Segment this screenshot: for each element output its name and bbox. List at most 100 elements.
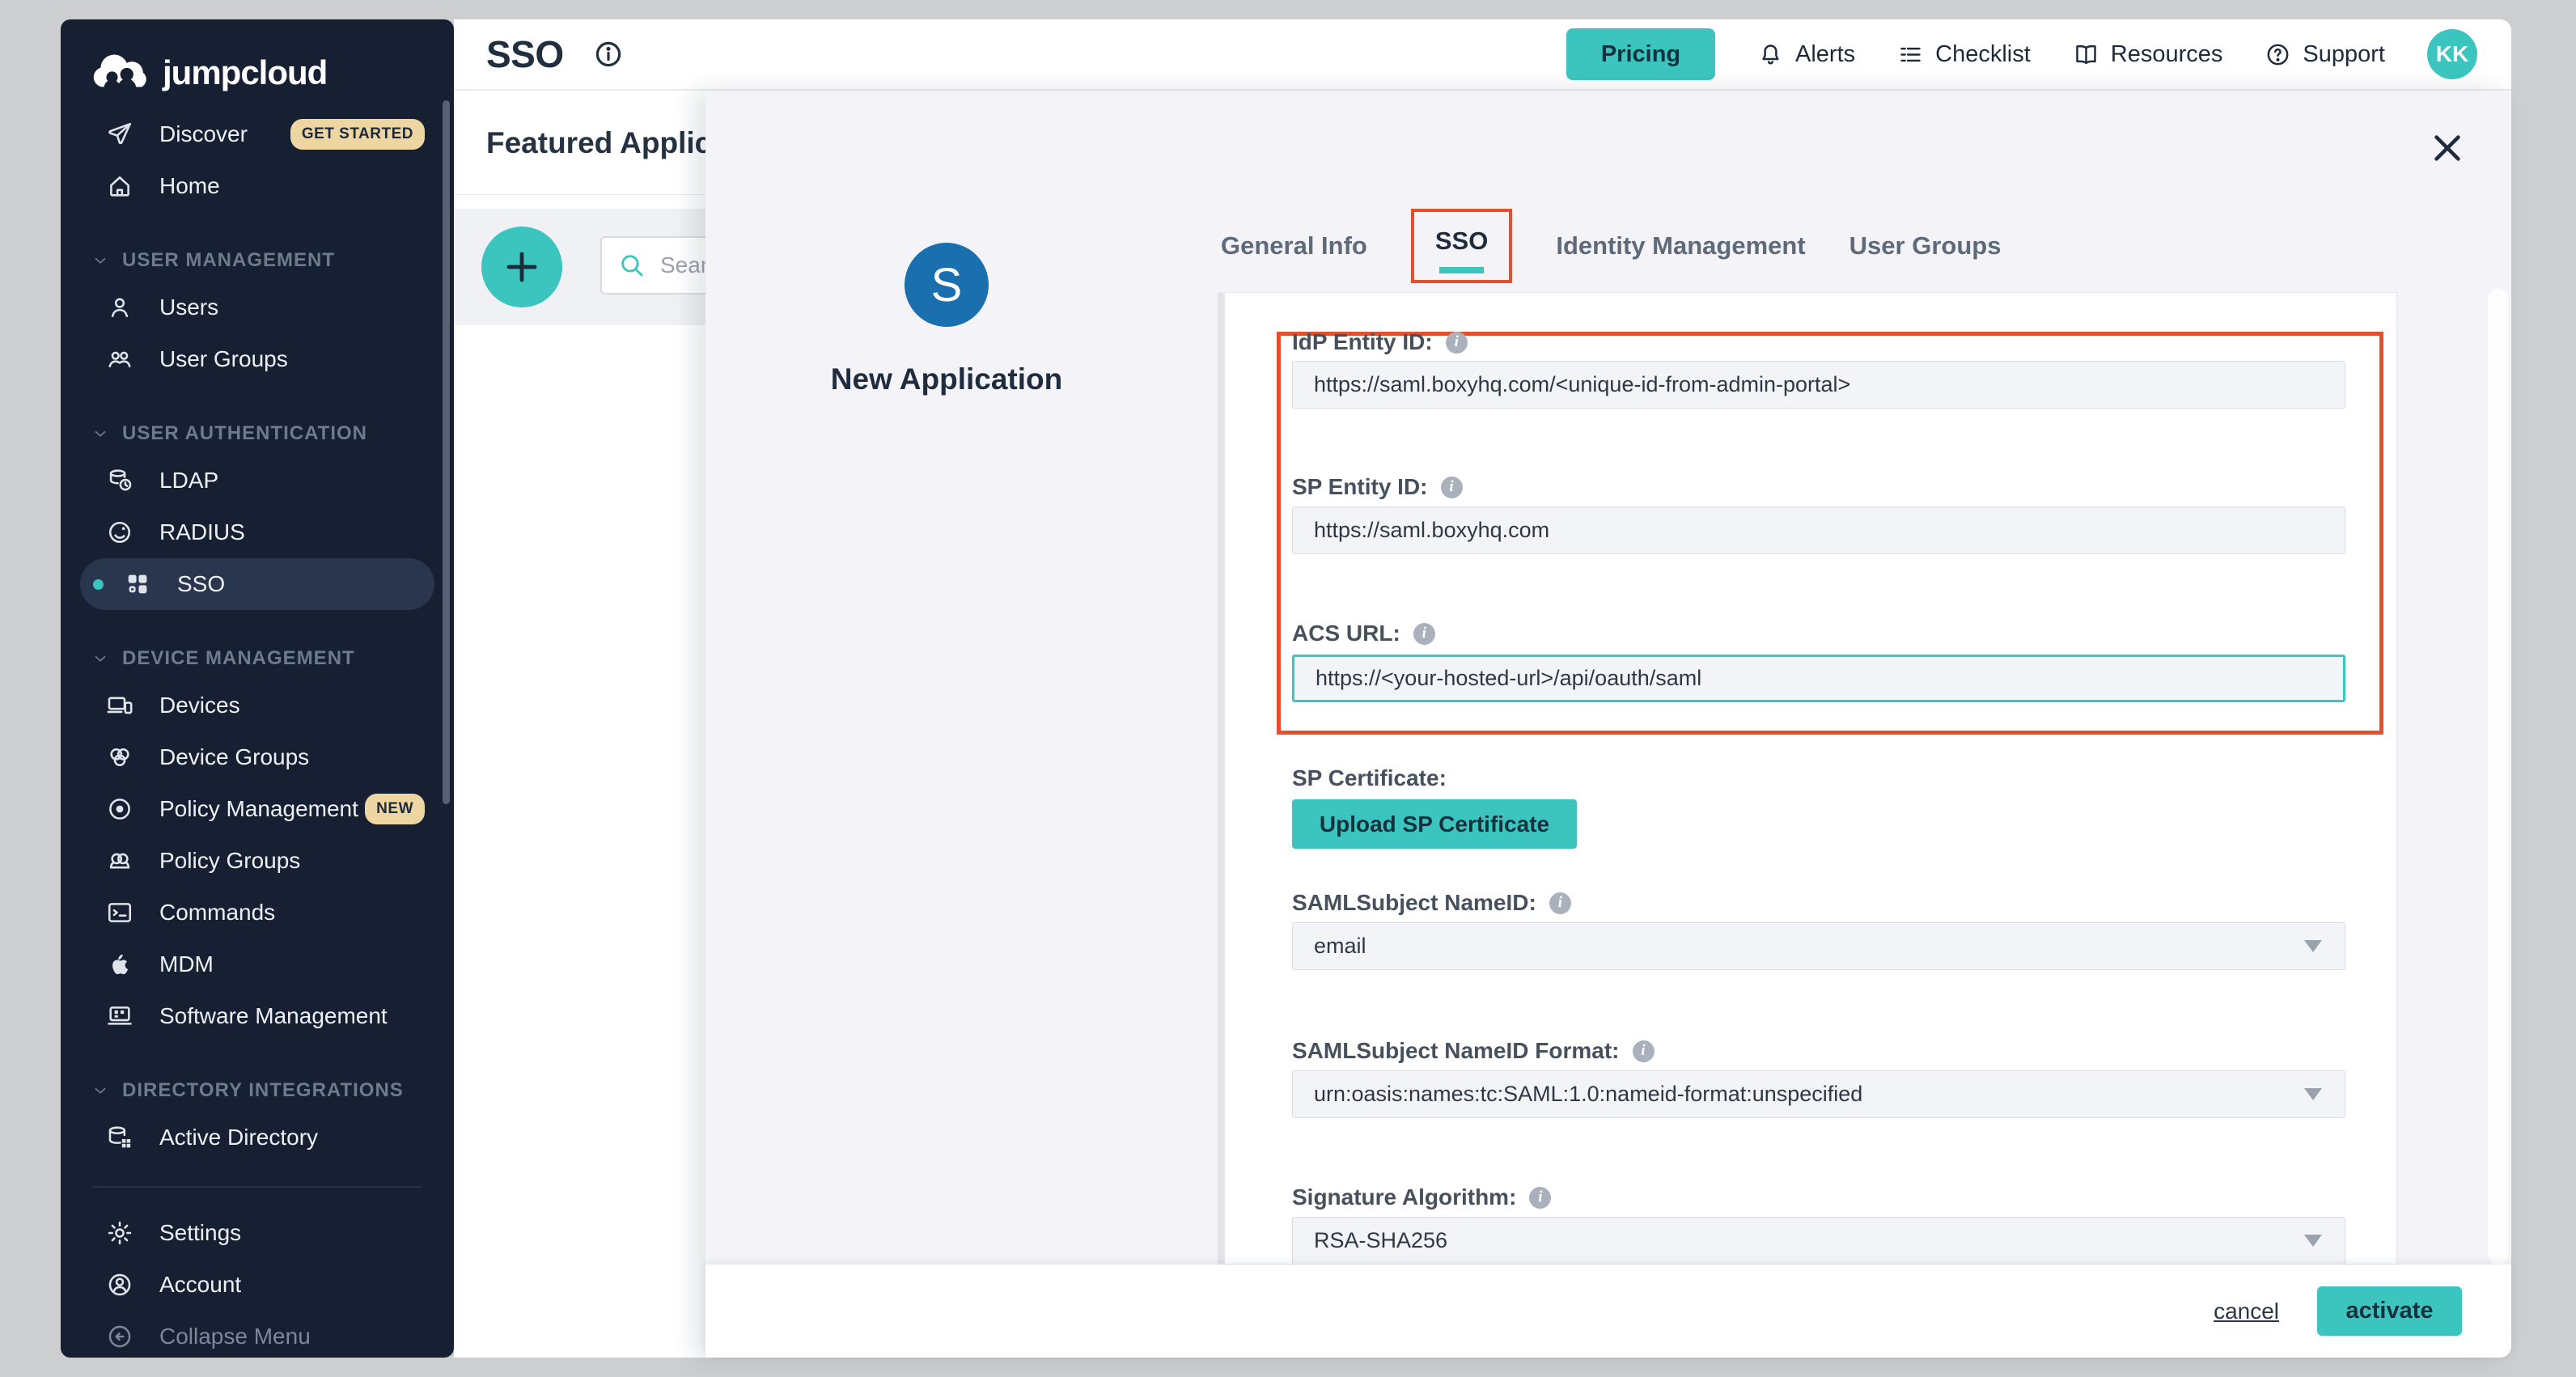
header-right: Pricing AlertsChecklistResourcesSupport … [1566,28,2477,80]
badge-get-started: GET STARTED [290,119,425,150]
info-icon[interactable]: i [1549,892,1571,914]
sidebar-scrollbar[interactable] [443,100,450,804]
header-nav-support[interactable]: Support [2265,41,2385,68]
drawer-scrollbar-left[interactable] [1218,292,1224,1265]
user-avatar[interactable]: KK [2427,29,2477,79]
help-icon [2265,41,2291,68]
info-icon[interactable]: i [1413,623,1435,645]
header-nav-checklist[interactable]: Checklist [1897,41,2031,68]
pricing-button[interactable]: Pricing [1566,28,1715,80]
user-icon [106,293,135,322]
sidebar-item-label: Account [159,1272,241,1298]
software-icon [106,1002,135,1031]
sidebar-item-label: Collapse Menu [159,1324,311,1349]
close-icon[interactable] [2429,129,2466,167]
sidebar-item-settings[interactable]: Settings [61,1207,454,1259]
chevron-down-icon [91,425,122,443]
user-groups-icon [106,345,135,374]
field-label: ACS URL:i [1292,621,1435,646]
sidebar-section-user-management[interactable]: USER MANAGEMENT [61,239,454,282]
account-icon [106,1270,135,1299]
home-icon [106,172,135,201]
sidebar-item-ldap[interactable]: LDAP [61,455,454,506]
info-icon[interactable]: i [1529,1187,1551,1209]
sidebar-item-user-groups[interactable]: User Groups [61,333,454,385]
sso-form-panel: IdP Entity ID:i https://saml.boxyhq.com/<… [1224,292,2397,1265]
info-icon[interactable]: i [1441,477,1463,498]
page-info-icon[interactable] [593,39,624,70]
tab-user-groups[interactable]: User Groups [1849,231,2002,261]
upload-sp-certificate-button[interactable]: Upload SP Certificate [1292,799,1577,849]
tab-general-info[interactable]: General Info [1221,231,1367,261]
sidebar-item-label: Software Management [159,1003,388,1029]
field-label: SP Entity ID:i [1292,474,1463,500]
field-label: SAMLSubject NameID Format:i [1292,1038,1654,1064]
sidebar-item-label: Policy Groups [159,848,300,874]
activate-button[interactable]: activate [2317,1286,2462,1336]
info-icon[interactable]: i [1633,1040,1654,1062]
sidebar-item-home[interactable]: Home [61,160,454,212]
sidebar-item-device-groups[interactable]: Device Groups [61,731,454,783]
sidebar-item-mdm[interactable]: MDM [61,938,454,990]
select-samlsubject-nameid[interactable]: email [1292,922,2345,970]
sidebar-item-account[interactable]: Account [61,1259,454,1311]
cloud-logo-icon [88,51,158,95]
sidebar-item-policy-management[interactable]: Policy ManagementNEW [61,783,454,835]
input-acs-url[interactable]: https://<your-hosted-url>/api/oauth/saml [1292,655,2345,702]
sidebar-item-sso[interactable]: SSO [80,558,434,610]
logo-wordmark: jumpcloud [163,53,327,92]
sidebar-item-policy-groups[interactable]: Policy Groups [61,835,454,887]
input-sp-entity-id[interactable]: https://saml.boxyhq.com [1292,506,2345,554]
devices-icon [106,691,135,720]
header-nav: Alerts Checklist Resources Support [1757,41,2385,68]
collapse-icon [106,1322,135,1351]
sidebar-item-label: Devices [159,693,240,718]
sidebar-divider [93,1186,422,1188]
sidebar-item-discover[interactable]: Discover GET STARTED [61,108,454,160]
field-label: Signature Algorithm:i [1292,1184,1551,1210]
sidebar-item-devices[interactable]: Devices [61,680,454,731]
active-directory-icon [106,1123,135,1152]
field-label: IdP Entity ID:i [1292,329,1468,355]
select-samlsubject-nameid-format[interactable]: urn:oasis:names:tc:SAML:1.0:nameid-forma… [1292,1070,2345,1118]
select-signature-algorithm[interactable]: RSA-SHA256 [1292,1217,2345,1265]
active-dot [93,579,104,590]
tab-sso[interactable]: SSO [1435,227,1488,256]
bell-icon [1757,41,1784,68]
settings-icon [106,1218,135,1248]
sidebar-item-label: Active Directory [159,1125,318,1150]
sidebar-item-label: LDAP [159,468,218,494]
sidebar-item-collapse-menu[interactable]: Collapse Menu [61,1311,454,1362]
sidebar-item-label: Discover [159,121,248,147]
cancel-button[interactable]: cancel [2214,1299,2279,1324]
ldap-icon [106,466,135,495]
info-icon[interactable]: i [1446,332,1468,354]
sidebar-item-active-directory[interactable]: Active Directory [61,1112,454,1163]
drawer-scrollbar-right[interactable] [2488,288,2509,1265]
sidebar-item-label: User Groups [159,346,288,372]
input-idp-entity-id[interactable]: https://saml.boxyhq.com/<unique-id-from-… [1292,361,2345,409]
sidebar-nav: DiscoverGET STARTEDHomeUSER MANAGEMENTUs… [61,108,454,1362]
add-application-button[interactable] [481,227,562,307]
new-application-drawer: S New Application General InfoSSOIdentit… [705,91,2511,1358]
sidebar-section-directory-integrations[interactable]: DIRECTORY INTEGRATIONS [61,1070,454,1112]
caret-down-icon [2304,1088,2322,1100]
sidebar-item-commands[interactable]: Commands [61,887,454,938]
tab-identity-management[interactable]: Identity Management [1556,231,1805,261]
app-window: jumpcloud Discover GET STARTED Home USER MA… [61,19,2511,1358]
apple-icon [106,950,135,979]
page-title: SSO [486,32,564,76]
commands-icon [106,898,135,927]
sidebar-section-device-management[interactable]: DEVICE MANAGEMENT [61,638,454,680]
sidebar-section-user-authentication[interactable]: USER AUTHENTICATION [61,413,454,455]
field-label: SAMLSubject NameID:i [1292,890,1571,916]
header-nav-alerts[interactable]: Alerts [1757,41,1855,68]
header-nav-resources[interactable]: Resources [2073,41,2223,68]
jumpcloud-logo: jumpcloud [88,47,454,99]
sso-icon [124,570,153,599]
sidebar-item-users[interactable]: Users [61,282,454,333]
sidebar-item-radius[interactable]: RADIUS [61,506,454,558]
sidebar-item-software-management[interactable]: Software Management [61,990,454,1042]
active-tab-annotation-box: SSO [1411,209,1512,283]
drawer-tabs: General Info SSO Identity Management User G… [1221,209,2001,283]
